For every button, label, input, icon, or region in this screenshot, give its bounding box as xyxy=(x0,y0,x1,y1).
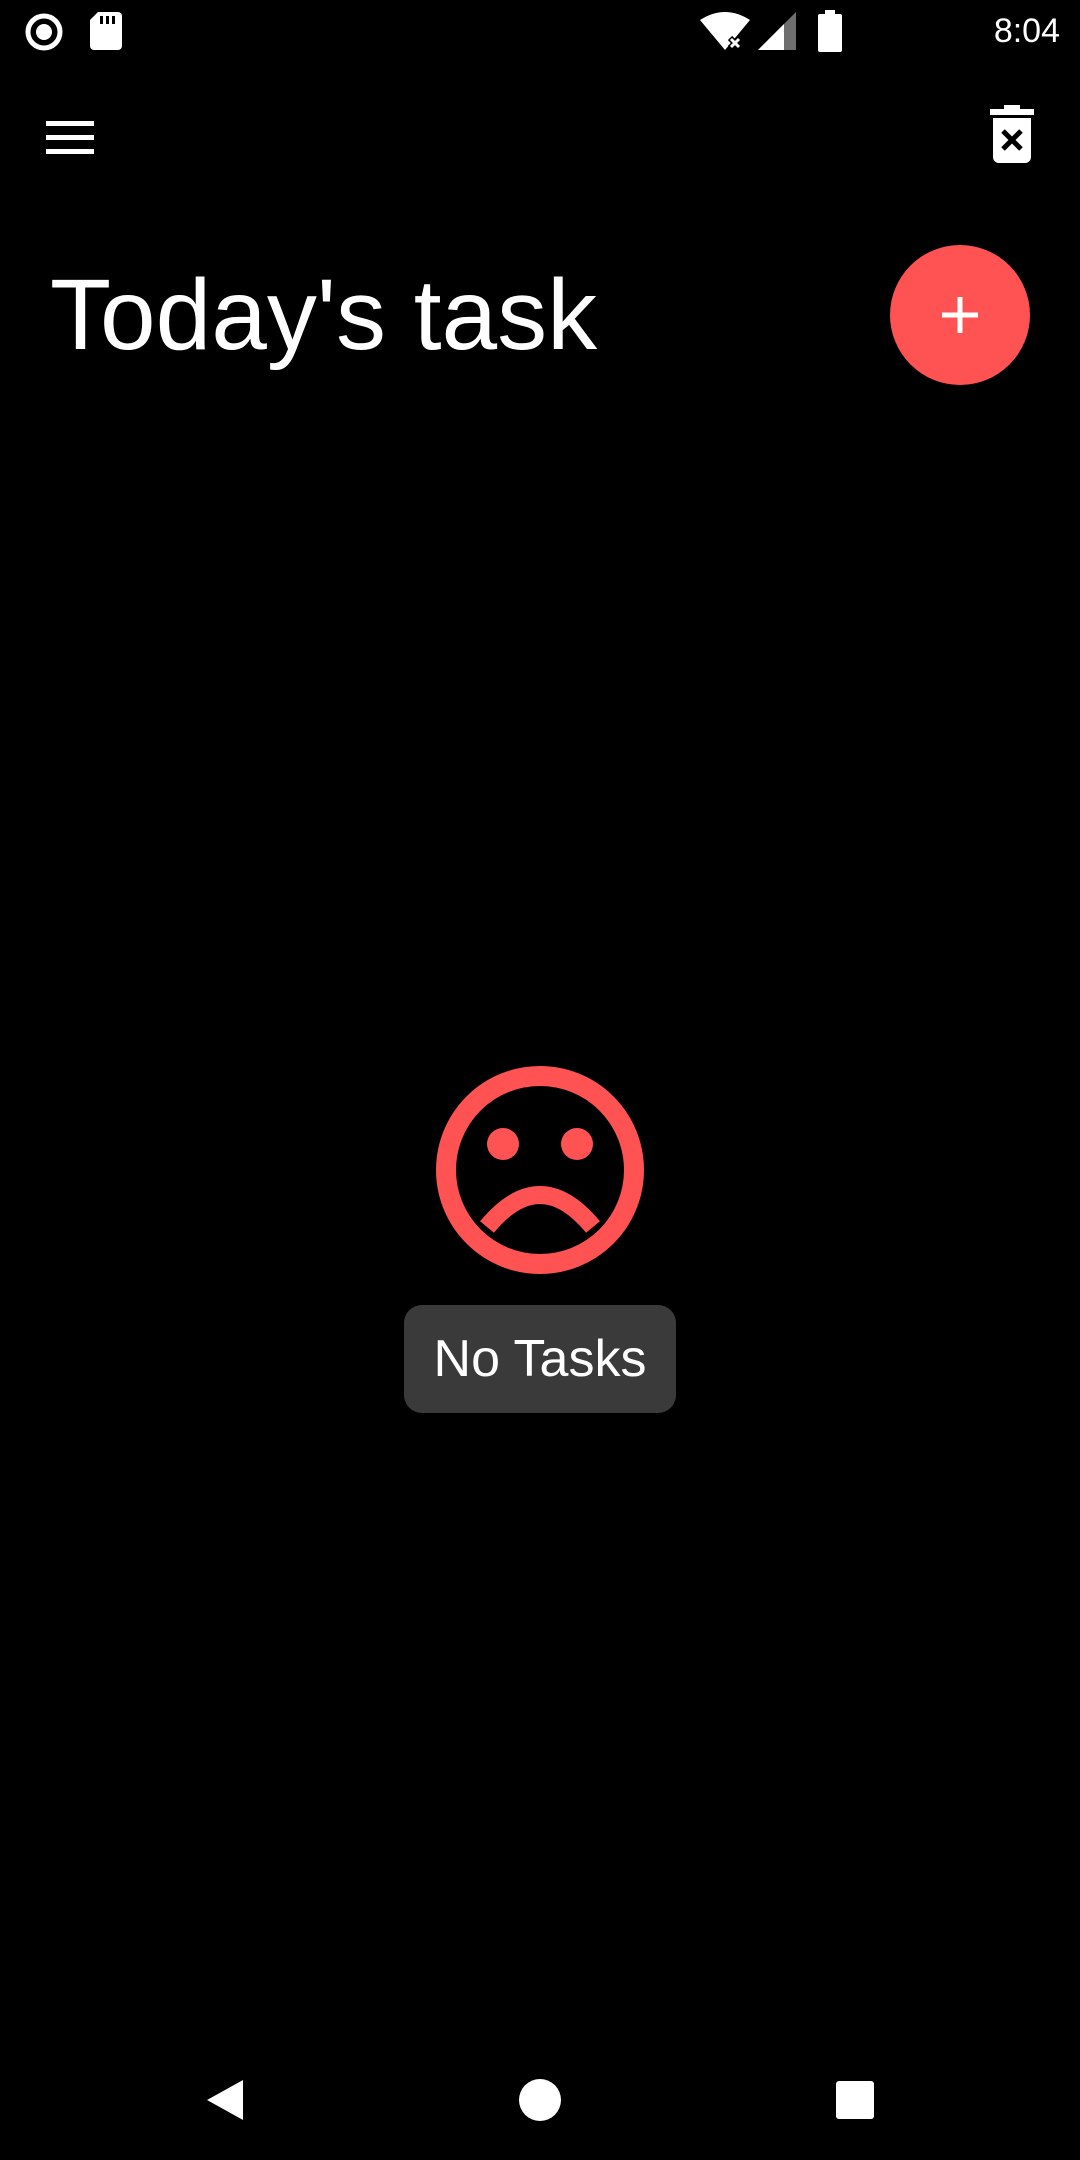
back-button[interactable] xyxy=(185,2060,265,2140)
back-icon xyxy=(207,2080,243,2120)
sd-card-icon xyxy=(90,12,122,50)
record-icon xyxy=(25,13,63,51)
home-button[interactable] xyxy=(500,2060,580,2140)
page-title: Today's task xyxy=(50,259,598,371)
delete-all-icon xyxy=(990,105,1034,163)
delete-all-button[interactable] xyxy=(970,92,1054,176)
wifi-no-internet-icon xyxy=(700,12,750,50)
status-bar: 8:04 xyxy=(0,0,1080,62)
sad-face-icon xyxy=(436,1066,644,1274)
empty-state-message: No Tasks xyxy=(403,1305,677,1413)
add-task-button[interactable] xyxy=(890,245,1030,385)
recents-button[interactable] xyxy=(815,2060,895,2140)
home-icon xyxy=(519,2079,561,2121)
app-bar xyxy=(0,62,1080,202)
status-right-icons xyxy=(700,8,940,54)
battery-icon xyxy=(818,10,842,52)
hamburger-menu-icon xyxy=(46,121,94,154)
cell-signal-icon xyxy=(758,12,796,50)
empty-state: No Tasks xyxy=(0,1065,1080,1413)
status-time: 8:04 xyxy=(993,12,1060,50)
plus-icon xyxy=(942,297,978,333)
navigation-bar xyxy=(0,2040,1080,2160)
menu-button[interactable] xyxy=(30,98,110,178)
recents-icon xyxy=(836,2081,874,2119)
